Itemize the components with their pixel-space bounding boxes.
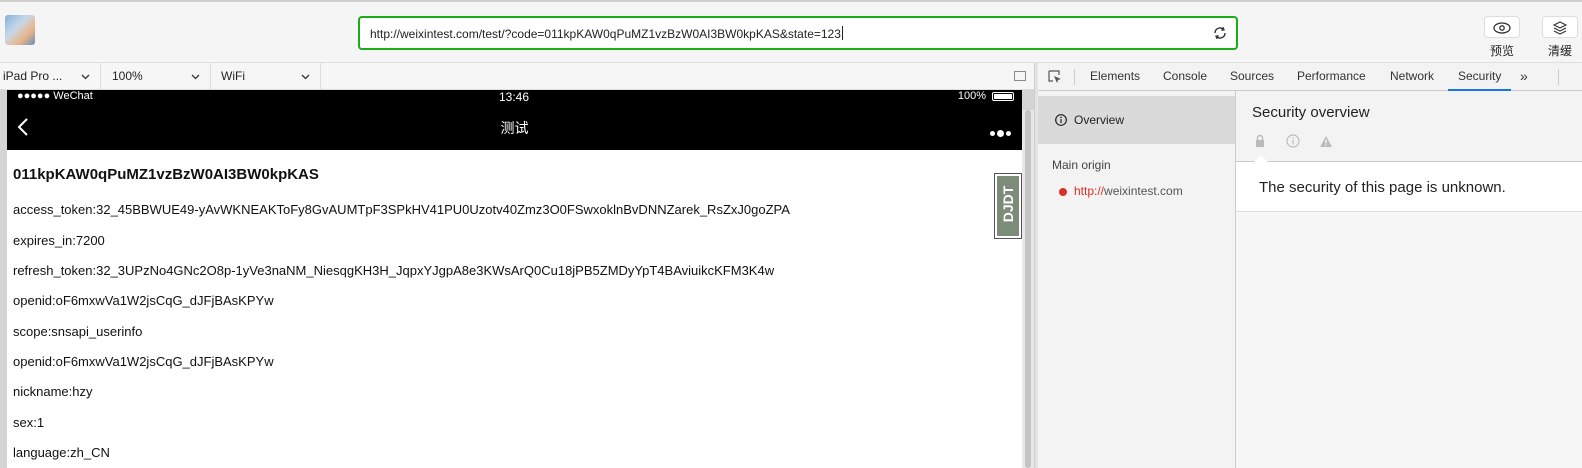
info-line: access_token:32_45BBWUE49-yAvWKNEAKToFy8… xyxy=(13,202,790,217)
badge-label: DJDT xyxy=(1000,185,1016,223)
device-value: iPad Pro ... xyxy=(3,69,63,83)
clear-cache-button[interactable]: 清缓 xyxy=(1538,16,1582,59)
info-line: expires_in:7200 xyxy=(13,233,105,248)
overview-label: Overview xyxy=(1074,113,1125,127)
security-summary-card: The security of this page is unknown. xyxy=(1236,155,1582,212)
wechat-navbar: 测试 xyxy=(7,104,1022,150)
main-origin-heading: Main origin xyxy=(1052,158,1111,172)
info-line: openid:oF6mxwVa1W2jsCqG_dJFjBAsKPYw xyxy=(13,354,274,369)
tab-console[interactable]: Console xyxy=(1163,63,1207,90)
battery-label: 100% xyxy=(957,90,986,102)
preview-button[interactable]: 预览 xyxy=(1480,16,1524,59)
warning-icon xyxy=(1320,136,1333,147)
layers-icon xyxy=(1542,16,1578,38)
text-caret xyxy=(841,26,843,40)
debug-toolbar-badge[interactable]: DJDT xyxy=(994,173,1022,239)
device-toolbar: iPad Pro ... 100% WiFi xyxy=(0,63,1034,90)
info-line: language:zh_CN xyxy=(13,445,110,460)
device-select[interactable]: iPad Pro ... xyxy=(0,63,101,89)
devtools-panel: Elements Console Sources Performance Net… xyxy=(1038,63,1582,468)
status-bar: ●●●●● WeChat 13:46 100% xyxy=(7,90,1022,104)
tab-separator xyxy=(1074,69,1075,85)
inspect-element-icon[interactable] xyxy=(1048,70,1062,84)
info-line: scope:snsapi_userinfo xyxy=(13,324,143,339)
tab-sources[interactable]: Sources xyxy=(1230,63,1274,90)
battery-icon xyxy=(992,92,1014,101)
origin-host: weixintest.com xyxy=(1104,184,1183,198)
overview-item[interactable]: Overview xyxy=(1038,96,1235,144)
tab-security[interactable]: Security xyxy=(1448,63,1512,91)
clock-label: 13:46 xyxy=(499,90,530,104)
preview-label: 预览 xyxy=(1489,44,1514,58)
carrier-label: ●●●●● WeChat xyxy=(17,90,93,102)
tab-elements[interactable]: Elements xyxy=(1090,63,1140,90)
security-header: Security overview xyxy=(1236,91,1582,162)
chevron-down-icon xyxy=(301,63,310,89)
scrollbar[interactable] xyxy=(1022,110,1034,468)
security-main: Security overview The security of this p… xyxy=(1236,91,1582,468)
security-state-icons xyxy=(1254,134,1333,151)
refresh-icon[interactable] xyxy=(1212,25,1228,41)
more-tabs-icon[interactable]: » xyxy=(1520,63,1528,90)
origin-protocol: http:// xyxy=(1074,184,1105,198)
page-title: 测试 xyxy=(500,120,529,136)
zoom-value: 100% xyxy=(112,69,143,83)
security-message: The security of this page is unknown. xyxy=(1259,179,1506,196)
simulator-screen: ●●●●● WeChat 13:46 100% 测试 011kpKAW0qPuM… xyxy=(7,90,1022,468)
zoom-select[interactable]: 100% xyxy=(101,63,211,89)
url-input[interactable]: http://weixintest.com/test/?code=011kpKA… xyxy=(370,26,843,41)
chevron-down-icon xyxy=(191,63,200,89)
tab-performance[interactable]: Performance xyxy=(1297,63,1366,90)
security-overview-title: Security overview xyxy=(1252,104,1370,121)
security-sidebar: Overview Main origin http://weixintest.c… xyxy=(1038,91,1236,468)
simulator-frame: ●●●●● WeChat 13:46 100% 测试 011kpKAW0qPuM… xyxy=(0,90,1034,468)
chevron-down-icon xyxy=(81,63,90,89)
devtools-tabbar: Elements Console Sources Performance Net… xyxy=(1038,63,1582,91)
info-line: refresh_token:32_3UPzNo4GNc2O8p-1yVe3naN… xyxy=(13,263,775,278)
lock-icon xyxy=(1256,134,1264,147)
network-value: WiFi xyxy=(221,69,245,83)
info-icon xyxy=(1286,134,1300,148)
tab-network[interactable]: Network xyxy=(1390,63,1434,90)
clear-cache-label: 清缓 xyxy=(1547,44,1572,58)
info-line: nickname:hzy xyxy=(13,384,93,399)
network-select[interactable]: WiFi xyxy=(211,63,321,89)
info-line: openid:oF6mxwVa1W2jsCqG_dJFjBAsKPYw xyxy=(13,293,274,308)
more-options-icon[interactable] xyxy=(989,124,1012,139)
scrollbar-thumb[interactable] xyxy=(1025,110,1031,468)
eye-icon xyxy=(1484,16,1520,38)
user-avatar[interactable] xyxy=(5,15,35,45)
auth-code-heading: 011kpKAW0qPuMZ1vzBzW0AI3BW0kpKAS xyxy=(13,166,319,183)
insecure-dot-icon xyxy=(1059,188,1067,196)
info-icon xyxy=(1055,114,1067,126)
origin-item[interactable]: http://weixintest.com xyxy=(1059,184,1183,198)
info-line: sex:1 xyxy=(13,415,45,430)
top-toolbar: http://weixintest.com/test/?code=011kpKA… xyxy=(0,0,1582,63)
rotate-icon[interactable] xyxy=(1014,71,1026,81)
url-bar[interactable]: http://weixintest.com/test/?code=011kpKA… xyxy=(358,16,1238,50)
card-pointer xyxy=(1254,155,1268,162)
tab-separator xyxy=(1558,69,1559,85)
